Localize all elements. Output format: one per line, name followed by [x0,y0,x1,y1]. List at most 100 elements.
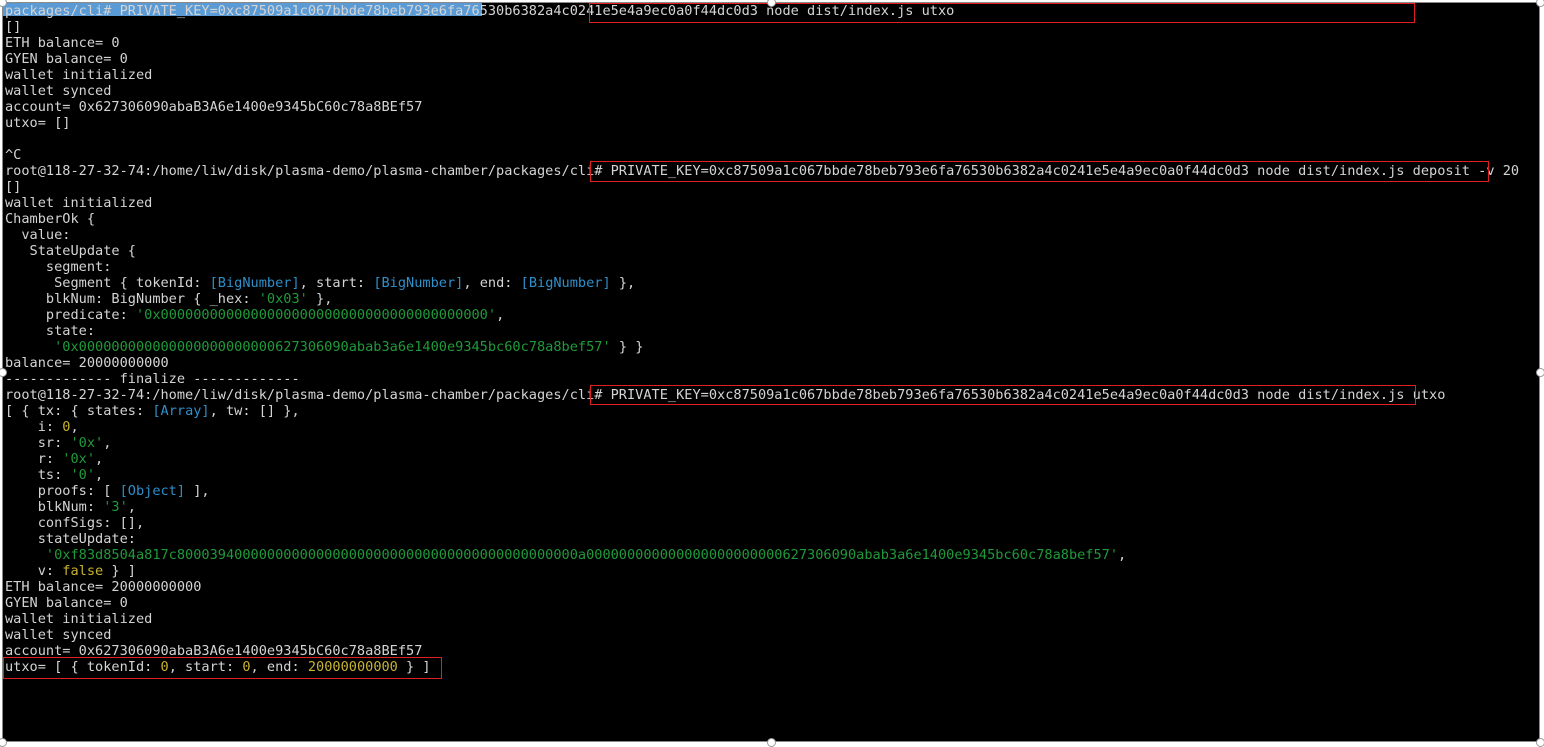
terminal-line: ------------- finalize ------------- [5,371,1519,387]
terminal-text-segment: confSigs: [], [5,515,145,531]
terminal-text-segment: packages/cli# PRIVATE_KEY=0xc87509a1c067… [5,3,955,19]
terminal-text-segment: , end: [250,659,308,675]
terminal-line: wallet synced [5,83,1519,99]
terminal-text-segment: [ { tx: { states: [5,403,153,419]
terminal-line: [] [5,179,1519,195]
terminal-text-segment: '3' [103,499,128,515]
terminal-text-segment: segment: [5,259,112,275]
terminal-text-segment: [BigNumber] [520,275,611,291]
terminal-text-segment: [] [5,19,22,35]
terminal-text-segment: value: [5,227,71,243]
terminal-line: '0x000000000000000000000000627306090abab… [5,339,1519,355]
terminal-text-segment: , end: [463,275,521,291]
terminal-text-segment: , [496,307,505,323]
terminal-line: packages/cli# PRIVATE_KEY=0xc87509a1c067… [5,3,1519,19]
terminal-text-segment: ------------- finalize ------------- [5,371,300,387]
terminal-line: utxo= [] [5,115,1519,131]
terminal-text-segment: Segment { tokenId: [5,275,210,291]
terminal-output: packages/cli# PRIVATE_KEY=0xc87509a1c067… [5,3,1519,675]
terminal-window[interactable]: packages/cli# PRIVATE_KEY=0xc87509a1c067… [2,2,1540,742]
terminal-text-segment: , [70,419,79,435]
terminal-line: state: [5,323,1519,339]
terminal-text-segment: ts: [5,467,71,483]
terminal-text-segment: [BigNumber] [209,275,300,291]
terminal-text-segment: '0x0000000000000000000000000000000000000… [135,307,497,323]
terminal-text-segment: balance= 20000000000 [5,355,169,371]
terminal-line: root@118-27-32-74:/home/liw/disk/plasma-… [5,387,1519,403]
terminal-text-segment: '0x' [70,435,104,451]
terminal-text-segment: account= 0x627306090abaB3A6e1400e9345bC6… [5,643,423,659]
terminal-line: utxo= [ { tokenId: 0, start: 0, end: 200… [5,659,1519,675]
terminal-text-segment: 0 [242,659,251,675]
terminal-text-segment: , [95,467,104,483]
terminal-text-segment: proofs: [ [5,483,120,499]
terminal-line: Segment { tokenId: [BigNumber], start: [… [5,275,1519,291]
terminal-line: i: 0, [5,419,1519,435]
terminal-text-segment: StateUpdate { [5,243,136,259]
terminal-text-segment: ^C [5,147,22,163]
terminal-line: ETH balance= 0 [5,35,1519,51]
terminal-text-segment: blkNum: BigNumber { _hex: [5,291,259,307]
terminal-line: account= 0x627306090abaB3A6e1400e9345bC6… [5,643,1519,659]
terminal-text-segment: ], [185,483,210,499]
terminal-text-segment: wallet initialized [5,67,153,83]
terminal-line: proofs: [ [Object] ], [5,483,1519,499]
terminal-line: value: [5,227,1519,243]
terminal-text-segment: [Array] [152,403,210,419]
terminal-text-segment: utxo= [] [5,115,71,131]
terminal-text-segment: predicate: [5,307,136,323]
terminal-text-segment: }, [307,291,333,307]
resize-handle-top-right[interactable] [1536,0,1544,7]
terminal-text-segment: GYEN balance= 0 [5,51,128,67]
terminal-line: segment: [5,259,1519,275]
terminal-text-segment: r: [5,451,63,467]
terminal-line: sr: '0x', [5,435,1519,451]
terminal-line: StateUpdate { [5,243,1519,259]
terminal-text-segment: }, [610,275,636,291]
terminal-text-segment: } ] [397,659,431,675]
terminal-line: GYEN balance= 0 [5,51,1519,67]
terminal-text-segment: v: [5,563,63,579]
terminal-text-segment: '0xf83d8504a817c800039400000000000000000… [45,547,1119,563]
terminal-line: root@118-27-32-74:/home/liw/disk/plasma-… [5,163,1519,179]
terminal-text-segment: '0' [70,467,96,483]
terminal-line: confSigs: [], [5,515,1519,531]
terminal-text-segment: i: [5,419,63,435]
terminal-text-segment: wallet synced [5,627,112,643]
terminal-text-segment: wallet synced [5,83,112,99]
terminal-text-segment: , [95,451,104,467]
terminal-line: GYEN balance= 0 [5,595,1519,611]
terminal-line: [] [5,19,1519,35]
terminal-line: wallet initialized [5,611,1519,627]
terminal-text-segment: , [103,435,112,451]
terminal-text-segment: , [127,499,136,515]
terminal-text-segment: account= 0x627306090abaB3A6e1400e9345bC6… [5,99,423,115]
terminal-text-segment: state: [5,323,96,339]
terminal-text-segment: root@118-27-32-74:/home/liw/disk/plasma-… [5,387,1446,403]
terminal-text-segment: } ] [103,563,136,579]
terminal-text-segment: , start: [299,275,374,291]
terminal-text-segment: , tw: [] }, [209,403,300,419]
terminal-text-segment: utxo= [ { tokenId: [5,659,161,675]
resize-handle-middle-right[interactable] [1536,368,1544,377]
terminal-text-segment: ChamberOk { [5,211,96,227]
terminal-line: v: false } ] [5,563,1519,579]
terminal-text-segment: wallet initialized [5,611,153,627]
terminal-text-segment: 0 [160,659,169,675]
terminal-line: blkNum: '3', [5,499,1519,515]
terminal-text-segment: false [62,563,104,579]
terminal-text-segment: '0x' [62,451,96,467]
terminal-text-segment: } } [610,339,644,355]
terminal-text-segment: [] [5,179,22,195]
terminal-line: blkNum: BigNumber { _hex: '0x03' }, [5,291,1519,307]
terminal-text-segment: sr: [5,435,71,451]
terminal-line: ^C [5,147,1519,163]
terminal-text-segment: GYEN balance= 0 [5,595,128,611]
terminal-text-segment: ETH balance= 20000000000 [5,579,202,595]
terminal-text-segment: ETH balance= 0 [5,35,120,51]
terminal-text-segment: wallet initialized [5,195,153,211]
terminal-line: wallet initialized [5,195,1519,211]
terminal-text-segment: '0x000000000000000000000000627306090abab… [54,339,611,355]
